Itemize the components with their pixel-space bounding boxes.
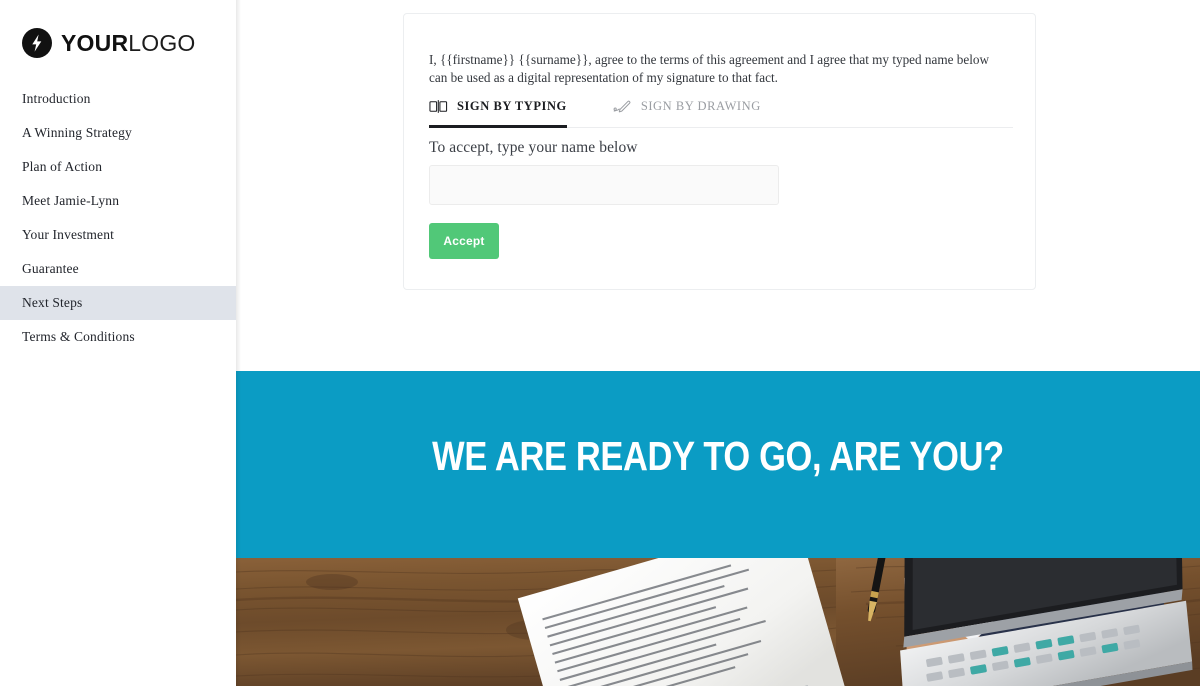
tab-label: SIGN BY TYPING [457,99,567,113]
sidebar-item-label: A Winning Strategy [22,125,132,140]
sidebar-item-label: Guarantee [22,261,79,276]
agreement-text: I, {{firstname}} {{surname}}, agree to t… [429,52,989,86]
sidebar-item-label: Your Investment [22,227,115,242]
tab-label: SIGN BY DRAWING [640,99,761,113]
pen-signature-icon [613,99,632,114]
sidebar-item-your-investment[interactable]: Your Investment [0,218,236,252]
logo[interactable]: YOURLOGO [22,27,196,59]
page-root: YOURLOGO Introduction A Winning Strategy… [0,0,1200,686]
sidebar-item-label: Next Steps [22,295,83,310]
sidebar-item-label: Introduction [22,91,91,106]
sidebar-item-label: Meet Jamie-Lynn [22,193,120,208]
keyboard-icon [429,99,448,114]
cta-banner-title: WE ARE READY TO GO, ARE YOU? [432,433,1004,479]
sidebar: YOURLOGO Introduction A Winning Strategy… [0,0,236,686]
lightning-bolt-icon [22,28,52,58]
sidebar-item-guarantee[interactable]: Guarantee [0,252,236,286]
sidebar-item-introduction[interactable]: Introduction [0,82,236,116]
sidebar-item-meet-jamie-lynn[interactable]: Meet Jamie-Lynn [0,184,236,218]
main-content: I, {{firstname}} {{surname}}, agree to t… [236,0,1200,686]
sidebar-item-plan-of-action[interactable]: Plan of Action [0,150,236,184]
signature-tabs: SIGN BY TYPING SIGN BY DRAWING [429,92,1013,128]
logo-text-bold: YOUR [61,29,129,56]
signature-card: I, {{firstname}} {{surname}}, agree to t… [403,13,1036,290]
tab-sign-by-drawing[interactable]: SIGN BY DRAWING [613,93,761,127]
sidebar-item-a-winning-strategy[interactable]: A Winning Strategy [0,116,236,150]
cta-banner: WE ARE READY TO GO, ARE YOU? [236,371,1200,558]
sidebar-item-next-steps[interactable]: Next Steps [0,286,236,320]
contract-signing-photo: Contract [236,558,1200,686]
logo-text-light: LOGO [128,29,196,56]
signature-name-input[interactable] [429,165,779,205]
accept-button[interactable]: Accept [429,223,499,259]
sidebar-item-label: Plan of Action [22,159,103,174]
tab-sign-by-typing[interactable]: SIGN BY TYPING [429,93,567,128]
logo-text: YOURLOGO [61,29,196,56]
sidebar-item-label: Terms & Conditions [22,329,135,344]
sidebar-item-terms-and-conditions[interactable]: Terms & Conditions [0,320,236,354]
accept-instruction-label: To accept, type your name below [429,139,638,156]
sidebar-nav: Introduction A Winning Strategy Plan of … [0,82,236,354]
